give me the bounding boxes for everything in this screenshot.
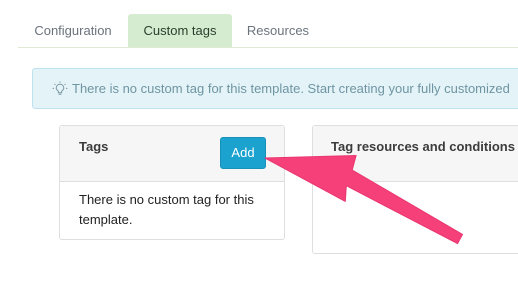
tag-resources-panel-header: Tag resources and conditions bbox=[313, 126, 518, 182]
tags-panel-header: Tags Add bbox=[60, 126, 284, 182]
tab-bar: Configuration Custom tags Resources bbox=[18, 14, 518, 48]
tab-custom-tags[interactable]: Custom tags bbox=[128, 14, 232, 47]
tag-resources-panel: Tag resources and conditions bbox=[312, 125, 518, 254]
alert-message: There is no custom tag for this template… bbox=[72, 81, 510, 96]
tab-resources[interactable]: Resources bbox=[232, 14, 324, 47]
tag-resources-panel-title: Tag resources and conditions bbox=[331, 139, 515, 154]
tags-empty-message: There is no custom tag for this template… bbox=[79, 192, 254, 227]
info-alert: There is no custom tag for this template… bbox=[32, 68, 518, 109]
add-tag-button[interactable]: Add bbox=[220, 137, 266, 169]
tags-panel: Tags Add There is no custom tag for this… bbox=[59, 125, 285, 240]
tab-configuration[interactable]: Configuration bbox=[18, 14, 128, 47]
tags-panel-title: Tags bbox=[79, 139, 109, 154]
lightbulb-icon bbox=[52, 81, 68, 95]
